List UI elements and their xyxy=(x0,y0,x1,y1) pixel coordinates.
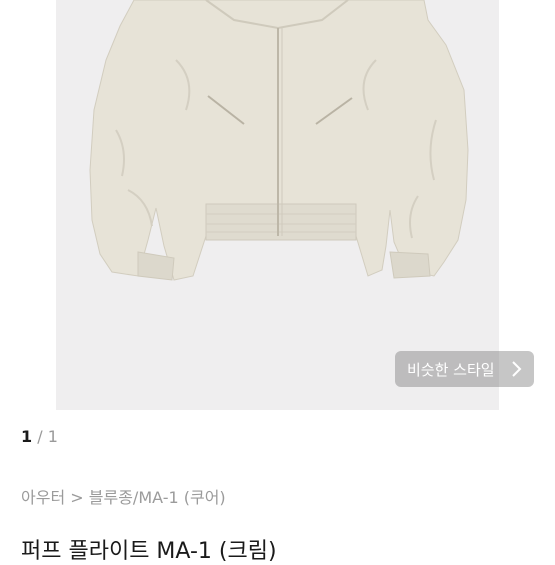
breadcrumb-category[interactable]: 아우터 xyxy=(21,488,65,507)
breadcrumb: 아우터 > 블루종/MA-1 (쿠어) xyxy=(21,484,226,508)
breadcrumb-separator: > xyxy=(70,488,84,507)
breadcrumb-subcategory[interactable]: 블루종/MA-1 (쿠어) xyxy=(89,488,226,507)
similar-style-button[interactable]: 비슷한 스타일 xyxy=(395,351,534,387)
product-title: 퍼프 플라이트 MA-1 (크림) xyxy=(21,539,277,564)
similar-style-label: 비슷한 스타일 xyxy=(407,360,495,379)
image-counter-current: 1 xyxy=(21,427,33,446)
jacket-illustration xyxy=(89,0,469,281)
chevron-right-icon xyxy=(512,361,522,377)
image-counter-total: 1 xyxy=(47,427,58,446)
image-counter-separator: / xyxy=(37,427,43,446)
image-counter: 1 / 1 xyxy=(21,427,58,446)
product-image[interactable] xyxy=(56,0,499,410)
